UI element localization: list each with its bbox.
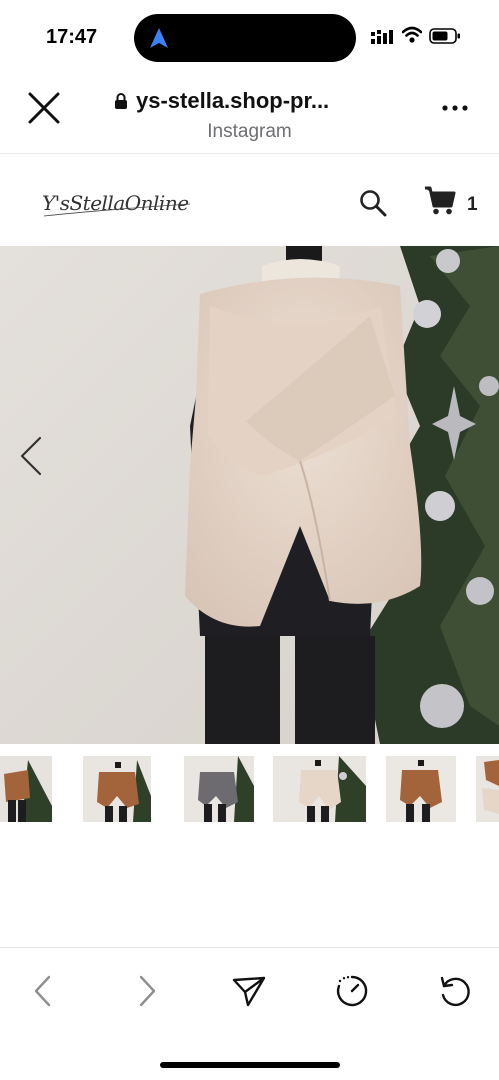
page-url: ys-stella.shop-pr... bbox=[136, 88, 330, 113]
logo-text: Y'sStellaOnline bbox=[42, 191, 189, 215]
history-icon[interactable] bbox=[335, 974, 369, 1008]
browser-source-label: Instagram bbox=[207, 121, 292, 142]
thumbnail-image bbox=[184, 756, 254, 822]
thumbnail-image bbox=[386, 756, 456, 822]
thumbnail-image bbox=[476, 756, 499, 822]
previous-image-icon[interactable] bbox=[18, 436, 44, 476]
back-icon[interactable] bbox=[26, 974, 60, 1008]
thumbnail-item[interactable] bbox=[184, 756, 254, 822]
site-logo[interactable]: Y'sStellaOnline bbox=[40, 182, 200, 222]
site-header: Y'sStellaOnline 1 bbox=[0, 154, 499, 246]
thumbnail-item[interactable] bbox=[273, 756, 366, 822]
product-photo bbox=[0, 246, 499, 744]
status-time: 17:47 bbox=[46, 26, 98, 48]
product-main-image[interactable] bbox=[0, 246, 499, 744]
thumbnail-image bbox=[0, 756, 52, 822]
browser-toolbar bbox=[0, 947, 499, 1080]
dynamic-island bbox=[134, 14, 356, 62]
thumbnail-item[interactable] bbox=[0, 756, 52, 822]
cart-count: 1 bbox=[467, 194, 478, 215]
url-bar[interactable]: ys-stella.shop-pr... bbox=[114, 88, 404, 114]
forward-icon[interactable] bbox=[130, 974, 164, 1008]
status-bar: 17:47 bbox=[0, 0, 499, 70]
more-options-icon[interactable] bbox=[440, 98, 470, 118]
wifi-icon bbox=[402, 26, 422, 43]
thumbnail-item[interactable] bbox=[476, 756, 499, 822]
navigation-arrow-icon bbox=[150, 28, 168, 48]
thumbnail-item[interactable] bbox=[386, 756, 456, 822]
reload-icon[interactable] bbox=[438, 974, 472, 1008]
in-app-browser-header: ys-stella.shop-pr... Instagram bbox=[0, 70, 499, 154]
cellular-signal-icon bbox=[371, 30, 393, 44]
search-icon[interactable] bbox=[358, 188, 388, 218]
cart-icon[interactable] bbox=[424, 184, 456, 216]
lock-icon bbox=[115, 93, 127, 109]
share-icon[interactable] bbox=[232, 974, 266, 1008]
thumbnail-strip bbox=[0, 756, 499, 822]
thumbnail-image bbox=[273, 756, 366, 822]
thumbnail-image bbox=[83, 756, 151, 822]
thumbnail-item[interactable] bbox=[83, 756, 151, 822]
home-indicator bbox=[160, 1062, 340, 1068]
battery-icon bbox=[429, 28, 460, 44]
